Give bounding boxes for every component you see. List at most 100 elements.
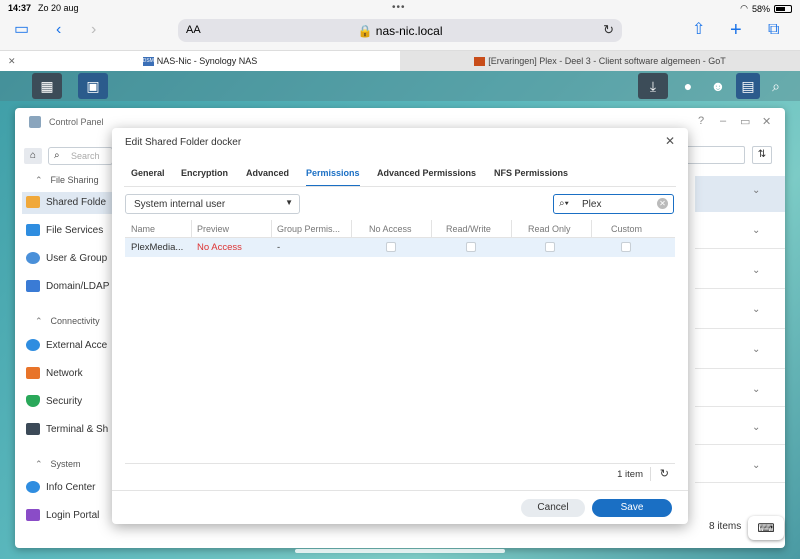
tab-permissions[interactable]: Permissions bbox=[306, 168, 360, 187]
close-icon[interactable]: ✕ bbox=[665, 134, 675, 148]
divider bbox=[650, 467, 651, 481]
reload-icon[interactable]: ↻ bbox=[603, 22, 614, 38]
search-icon: ⌕ bbox=[54, 150, 60, 161]
widgets-icon[interactable]: ▤ bbox=[736, 73, 760, 99]
section-file-sharing[interactable]: ⌃ File Sharing bbox=[35, 175, 99, 186]
sidebar-item-domain-ldap[interactable]: Domain/LDAP bbox=[22, 276, 114, 298]
section-connectivity[interactable]: ⌃ Connectivity bbox=[35, 316, 100, 327]
sidebar-item-info-center[interactable]: Info Center bbox=[22, 477, 114, 499]
column-divider bbox=[271, 220, 272, 238]
sidebar-item-user-group[interactable]: User & Group bbox=[22, 248, 114, 270]
save-button[interactable]: Save bbox=[592, 499, 672, 517]
section-system[interactable]: ⌃ System bbox=[35, 459, 81, 470]
sidebar-item-login-portal[interactable]: Login Portal bbox=[22, 505, 114, 527]
column-no-access[interactable]: No Access bbox=[369, 224, 429, 234]
sidebar-item-label: Terminal & Sh bbox=[46, 424, 109, 435]
column-group-permissions[interactable]: Group Permis... bbox=[277, 224, 349, 234]
main-menu-icon[interactable]: ▦ bbox=[32, 73, 62, 99]
sort-icon[interactable]: ⇅ bbox=[752, 146, 772, 164]
cp-search-input[interactable]: ⌕ Search bbox=[48, 147, 113, 165]
home-icon[interactable]: ⌂ bbox=[24, 148, 42, 164]
control-panel-title: Control Panel bbox=[49, 117, 104, 127]
column-divider bbox=[351, 220, 352, 238]
read-write-checkbox[interactable] bbox=[466, 242, 476, 252]
tab-advanced[interactable]: Advanced bbox=[246, 168, 289, 178]
multitask-dots[interactable]: ••• bbox=[392, 2, 406, 13]
tab-encryption[interactable]: Encryption bbox=[181, 168, 228, 178]
grid-header: Name Preview Group Permis... No Access R… bbox=[125, 220, 675, 238]
home-indicator[interactable] bbox=[295, 549, 505, 553]
tab-got[interactable]: [Ervaringen] Plex - Deel 3 - Client soft… bbox=[400, 51, 800, 71]
share-icon[interactable]: ⇧ bbox=[692, 20, 705, 40]
column-divider bbox=[511, 220, 512, 238]
chevron-down-icon[interactable]: ⌄ bbox=[752, 384, 760, 395]
search-icon[interactable]: ⌕ bbox=[764, 73, 788, 99]
minimize-icon[interactable]: – bbox=[720, 115, 726, 127]
row-preview: No Access bbox=[197, 242, 242, 253]
sidebar-item-security[interactable]: Security bbox=[22, 391, 114, 413]
cancel-button[interactable]: Cancel bbox=[521, 499, 585, 517]
custom-checkbox[interactable] bbox=[621, 242, 631, 252]
dsm-taskbar: ▦ ▣ ⤓ ● ☻ ▤ ⌕ bbox=[0, 71, 800, 101]
section-label: File Sharing bbox=[50, 175, 99, 185]
sidebar-item-network[interactable]: Network bbox=[22, 363, 114, 385]
user-icon[interactable]: ☻ bbox=[706, 73, 730, 99]
maximize-icon[interactable]: ▭ bbox=[740, 115, 750, 128]
search-dropdown-icon[interactable]: ⌕▾ bbox=[559, 198, 569, 209]
status-time: 14:37 bbox=[8, 3, 32, 13]
chevron-down-icon[interactable]: ⌄ bbox=[752, 225, 760, 236]
read-only-checkbox[interactable] bbox=[545, 242, 555, 252]
tab-bar: ✕ DSM NAS-Nic - Synology NAS [Ervaringen]… bbox=[0, 50, 800, 71]
shared-folder-row-selected[interactable] bbox=[695, 176, 785, 212]
help-icon[interactable]: ? bbox=[698, 115, 704, 127]
download-icon[interactable]: ⤓ bbox=[638, 73, 668, 99]
back-icon[interactable]: ‹ bbox=[56, 20, 61, 40]
sidebar-item-external-access[interactable]: External Acce bbox=[22, 335, 114, 357]
divider bbox=[112, 490, 688, 491]
chevron-down-icon[interactable]: ⌄ bbox=[752, 304, 760, 315]
sidebar-item-terminal[interactable]: Terminal & Sh bbox=[22, 419, 114, 441]
forward-icon[interactable]: › bbox=[91, 20, 96, 40]
shield-icon bbox=[26, 395, 40, 408]
address-bar[interactable]: AA 🔒 nas-nic.local ↻ bbox=[178, 19, 622, 42]
user-type-value: System internal user bbox=[134, 199, 226, 210]
sidebar-icon[interactable]: ▭ bbox=[14, 20, 29, 40]
user-type-select[interactable]: System internal user ▼ bbox=[125, 194, 300, 214]
column-preview[interactable]: Preview bbox=[197, 224, 267, 234]
table-row[interactable]: PlexMedia... No Access - bbox=[125, 238, 675, 257]
network-icon bbox=[26, 367, 40, 380]
column-read-only[interactable]: Read Only bbox=[528, 224, 588, 234]
permission-search-input[interactable]: ⌕▾ Plex ✕ bbox=[553, 194, 674, 214]
chevron-down-icon[interactable]: ⌄ bbox=[752, 422, 760, 433]
new-tab-icon[interactable]: + bbox=[730, 20, 742, 40]
dialog-title: Edit Shared Folder docker bbox=[125, 137, 242, 148]
chat-icon[interactable]: ● bbox=[676, 73, 700, 99]
no-access-checkbox[interactable] bbox=[386, 242, 396, 252]
sidebar-item-label: Security bbox=[46, 396, 83, 407]
chevron-down-icon[interactable]: ⌄ bbox=[752, 344, 760, 355]
folder-icon bbox=[26, 196, 40, 209]
tab-general[interactable]: General bbox=[131, 168, 165, 178]
column-name[interactable]: Name bbox=[131, 224, 191, 234]
control-panel-taskbar-icon[interactable]: ▣ bbox=[78, 73, 108, 99]
sidebar-item-label: Login Portal bbox=[46, 510, 100, 521]
tabs-overview-icon[interactable]: ⧉ bbox=[768, 20, 779, 40]
chevron-down-icon[interactable]: ⌄ bbox=[752, 185, 760, 196]
refresh-icon[interactable]: ↻ bbox=[660, 467, 669, 480]
keyboard-icon[interactable]: ⌨ bbox=[748, 516, 784, 540]
divider bbox=[695, 368, 785, 369]
sidebar-item-label: Domain/LDAP bbox=[46, 281, 110, 292]
tab-nfs-permissions[interactable]: NFS Permissions bbox=[494, 168, 568, 178]
column-custom[interactable]: Custom bbox=[611, 224, 671, 234]
sidebar-item-file-services[interactable]: File Services bbox=[22, 220, 114, 242]
chevron-down-icon[interactable]: ⌄ bbox=[752, 265, 760, 276]
sidebar-item-shared-folder[interactable]: Shared Folde bbox=[22, 192, 114, 214]
close-tab-icon[interactable]: ✕ bbox=[8, 51, 16, 71]
tab-nas[interactable]: ✕ DSM NAS-Nic - Synology NAS bbox=[0, 51, 400, 71]
tab-advanced-permissions[interactable]: Advanced Permissions bbox=[377, 168, 476, 178]
status-date: Zo 20 aug bbox=[38, 3, 79, 13]
chevron-down-icon[interactable]: ⌄ bbox=[752, 460, 760, 471]
column-read-write[interactable]: Read/Write bbox=[446, 224, 506, 234]
close-window-icon[interactable]: ✕ bbox=[762, 115, 771, 128]
clear-icon[interactable]: ✕ bbox=[657, 198, 668, 209]
